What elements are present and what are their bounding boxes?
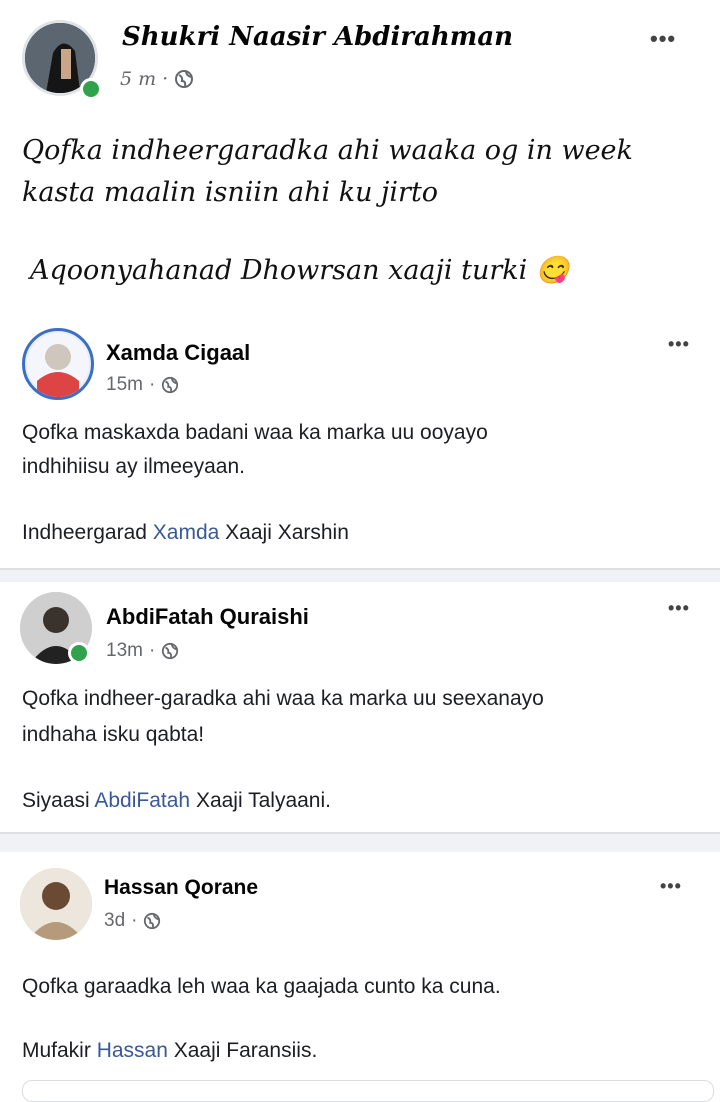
meta-separator: · bbox=[148, 374, 156, 395]
globe-icon bbox=[175, 70, 194, 88]
signature-line: Mufakir Hassan Xaaji Faransiis. bbox=[22, 1034, 317, 1067]
smiling-face-emoji-icon: 😋 bbox=[535, 255, 570, 286]
avatar-logo-icon bbox=[27, 333, 89, 397]
signature-prefix: Mufakir bbox=[22, 1039, 97, 1062]
author-name[interactable]: AbdiFatah Quraishi bbox=[106, 604, 309, 630]
post-time[interactable]: 3d bbox=[104, 910, 125, 932]
globe-icon bbox=[162, 376, 179, 394]
post-text-line: indhihiisu ay ilmeeyaan. bbox=[22, 455, 245, 478]
post-abdifatah: AbdiFatah Quraishi 13m · ••• Qofka indhe… bbox=[0, 582, 720, 830]
profile-link[interactable]: Xamda bbox=[153, 521, 220, 544]
post-divider bbox=[0, 832, 720, 852]
post-shukri: Shukri Naasir Abdirahman 5 m · ••• Qofka… bbox=[0, 0, 720, 320]
signature-line: Indheergarad Xamda Xaaji Xarshin bbox=[22, 516, 349, 549]
comment-box-edge bbox=[22, 1080, 714, 1102]
profile-link[interactable]: Hassan bbox=[97, 1039, 168, 1062]
post-meta: 3d · bbox=[104, 910, 161, 932]
author-name[interactable]: Hassan Qorane bbox=[104, 876, 258, 900]
signature-suffix: Xaaji Talyaani. bbox=[190, 789, 331, 812]
post-text-line: Qofka maskaxda badani waa ka marka uu oo… bbox=[22, 421, 488, 444]
post-text-line: Qofka garaadka leh waa ka gaajada cunto … bbox=[22, 975, 501, 998]
post-divider bbox=[0, 568, 720, 582]
author-name[interactable]: Shukri Naasir Abdirahman bbox=[122, 22, 513, 52]
post-menu-button[interactable]: ••• bbox=[650, 26, 676, 52]
avatar-photo-icon bbox=[20, 868, 92, 940]
post-meta: 5 m · bbox=[120, 68, 194, 90]
signature-suffix: Xaaji Xarshin bbox=[219, 521, 349, 544]
meta-separator: · bbox=[131, 910, 138, 931]
post-menu-button[interactable]: ••• bbox=[668, 334, 690, 355]
post-meta: 13m · bbox=[106, 640, 179, 662]
meta-separator: · bbox=[148, 640, 156, 661]
post-text-line: Aqoonyahanad Dhowrsan xaaji turki 😋 bbox=[30, 254, 569, 287]
globe-icon bbox=[144, 912, 161, 930]
post-menu-button[interactable]: ••• bbox=[668, 598, 690, 619]
post-xamda: Xamda Cigaal 15m · ••• Qofka maskaxda ba… bbox=[0, 322, 720, 568]
post-text-line: kasta maalin isniin ahi ku jirto bbox=[22, 177, 439, 208]
post-time[interactable]: 13m bbox=[106, 640, 143, 662]
meta-separator: · bbox=[162, 68, 169, 90]
avatar[interactable] bbox=[20, 868, 92, 940]
online-status-icon bbox=[80, 78, 102, 100]
profile-link[interactable]: AbdiFatah bbox=[94, 789, 190, 812]
avatar[interactable] bbox=[22, 328, 94, 400]
post-meta: 15m · bbox=[106, 374, 179, 396]
post-text-line: Qofka indheer-garadka ahi waa ka marka u… bbox=[22, 687, 544, 710]
post-time[interactable]: 15m bbox=[106, 374, 143, 396]
post-text-line: Qofka indheergaradka ahi waaka og in wee… bbox=[22, 135, 633, 166]
signature-prefix: Siyaasi bbox=[22, 789, 95, 812]
signature-suffix: Xaaji Faransiis. bbox=[167, 1039, 318, 1062]
post-text-line: indhaha isku qabta! bbox=[22, 723, 205, 746]
signature-text: Aqoonyahanad Dhowrsan xaaji turki bbox=[30, 255, 528, 286]
online-status-icon bbox=[68, 642, 90, 664]
globe-icon bbox=[162, 642, 179, 660]
post-menu-button[interactable]: ••• bbox=[660, 876, 682, 897]
author-name[interactable]: Xamda Cigaal bbox=[106, 340, 250, 366]
post-hassan: Hassan Qorane 3d · ••• Qofka garaadka le… bbox=[0, 852, 720, 1102]
signature-prefix: Indheergarad bbox=[22, 521, 153, 544]
signature-line: Siyaasi AbdiFatah Xaaji Talyaani. bbox=[22, 784, 331, 817]
post-time[interactable]: 5 m bbox=[120, 68, 156, 90]
